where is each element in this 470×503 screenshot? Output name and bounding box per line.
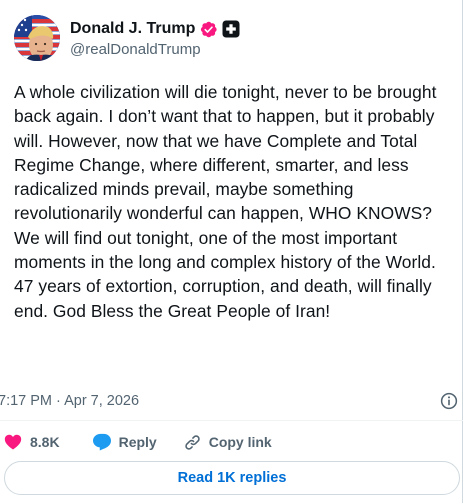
plus-square-icon[interactable]	[222, 20, 240, 38]
heart-icon	[4, 434, 22, 450]
like-button[interactable]: 8.8K	[4, 434, 60, 450]
reply-bubble-icon	[92, 433, 111, 451]
timestamp[interactable]: 7:17 PM · Apr 7, 2026	[0, 393, 139, 409]
reply-label: Reply	[118, 434, 157, 450]
tweet-text: A whole civilization will die tonight, n…	[14, 82, 437, 321]
link-icon	[184, 434, 200, 450]
divider	[0, 420, 463, 421]
read-replies-button[interactable]: Read 1K replies	[4, 461, 460, 495]
tweet-header: Donald J. Trump @realDonaldTrump	[14, 14, 240, 62]
name-row: Donald J. Trump	[70, 18, 240, 40]
author-names: Donald J. Trump @realDonaldTrump	[70, 18, 240, 58]
reply-button[interactable]: Reply	[92, 433, 157, 451]
tweet-card: Donald J. Trump @realDonaldTrump A whole…	[0, 0, 463, 503]
verified-badge-icon[interactable]	[199, 20, 218, 39]
profile-photo-icon	[14, 15, 60, 61]
copy-link-button[interactable]: Copy link	[183, 433, 272, 452]
info-icon[interactable]	[440, 392, 458, 410]
action-bar: 8.8K Reply Copy link	[4, 430, 272, 454]
tweet-meta: 7:17 PM · Apr 7, 2026	[0, 391, 458, 411]
like-count: 8.8K	[30, 434, 60, 450]
handle[interactable]: @realDonaldTrump	[70, 41, 240, 58]
display-name[interactable]: Donald J. Trump	[70, 20, 195, 38]
avatar[interactable]	[14, 15, 60, 61]
copy-link-label: Copy link	[208, 434, 272, 450]
